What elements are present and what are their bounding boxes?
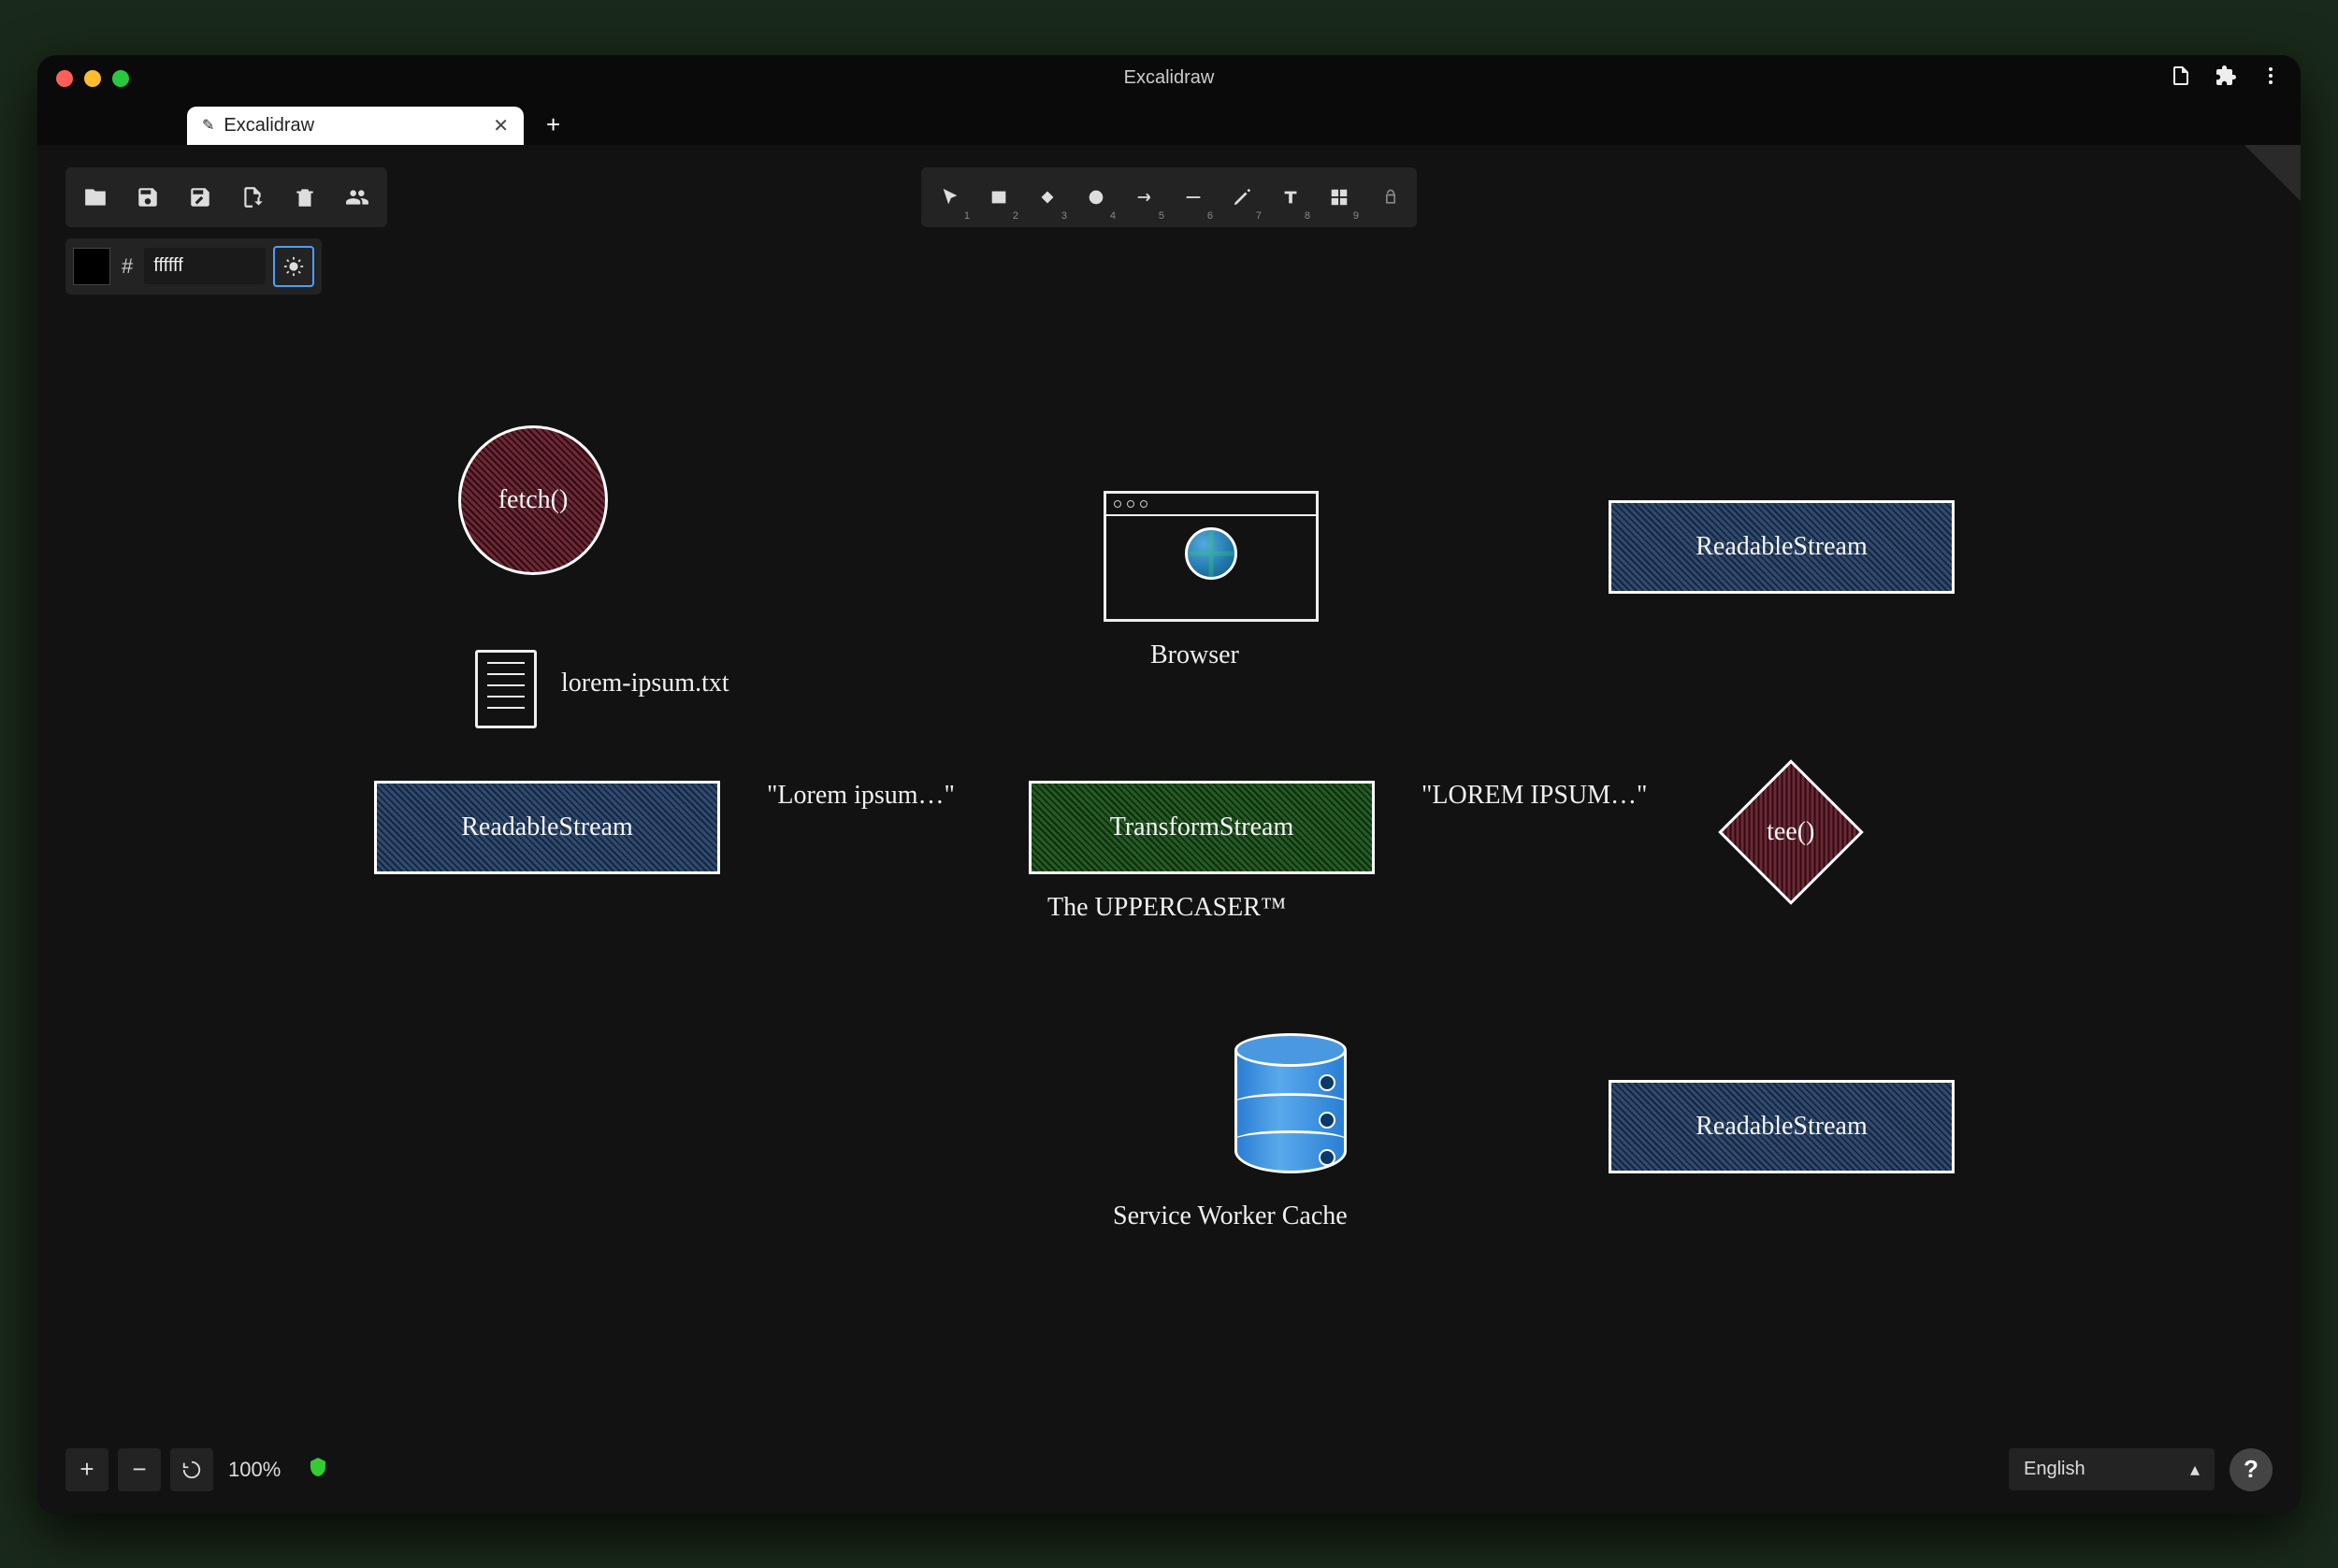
document-icon bbox=[475, 650, 537, 728]
file-icon[interactable] bbox=[2170, 65, 2192, 92]
close-tab-icon[interactable]: ✕ bbox=[493, 114, 509, 137]
window-title: Excalidraw bbox=[1124, 67, 1215, 89]
db-cylinder-icon bbox=[1234, 1033, 1347, 1173]
new-tab-button[interactable]: + bbox=[533, 110, 573, 145]
canvas[interactable]: fetch() lorem-ipsum.txt ReadableStream "… bbox=[37, 145, 2301, 1514]
node-readable-3[interactable]: ReadableStream bbox=[1609, 1080, 1955, 1173]
label-lorem: "Lorem ipsum…" bbox=[767, 781, 955, 811]
node-readable-1[interactable]: ReadableStream bbox=[374, 781, 720, 874]
label-filename: lorem-ipsum.txt bbox=[561, 669, 729, 698]
more-icon[interactable] bbox=[2259, 65, 2282, 92]
tab-strip: ✎ Excalidraw ✕ + bbox=[37, 102, 2301, 145]
minimize-window-button[interactable] bbox=[84, 70, 101, 87]
extensions-icon[interactable] bbox=[2215, 65, 2237, 92]
close-window-button[interactable] bbox=[56, 70, 73, 87]
excalidraw-app: # 1 2 3 4 5 6 7 8 9 + − 100% bbox=[37, 145, 2301, 1514]
app-window: Excalidraw ✎ Excalidraw ✕ + bbox=[37, 55, 2301, 1514]
label-lorem-upper: "LOREM IPSUM…" bbox=[1422, 781, 1647, 811]
label-uppercaser: The UPPERCASER™ bbox=[1047, 893, 1286, 923]
label-browser: Browser bbox=[1150, 640, 1239, 670]
maximize-window-button[interactable] bbox=[112, 70, 129, 87]
titlebar-actions bbox=[2170, 65, 2282, 92]
node-transform[interactable]: TransformStream bbox=[1029, 781, 1375, 874]
diagram-arrows bbox=[37, 145, 318, 285]
node-readable-2[interactable]: ReadableStream bbox=[1609, 500, 1955, 594]
browser-tab[interactable]: ✎ Excalidraw ✕ bbox=[187, 107, 524, 145]
label-swcache: Service Worker Cache bbox=[1113, 1201, 1348, 1231]
window-controls bbox=[56, 70, 129, 87]
tab-favicon: ✎ bbox=[202, 116, 214, 135]
node-fetch[interactable]: fetch() bbox=[458, 425, 608, 575]
browser-illustration bbox=[1104, 491, 1319, 622]
node-tee[interactable]: tee() bbox=[1718, 759, 1864, 905]
tab-label: Excalidraw bbox=[224, 115, 314, 137]
titlebar: Excalidraw bbox=[37, 55, 2301, 102]
